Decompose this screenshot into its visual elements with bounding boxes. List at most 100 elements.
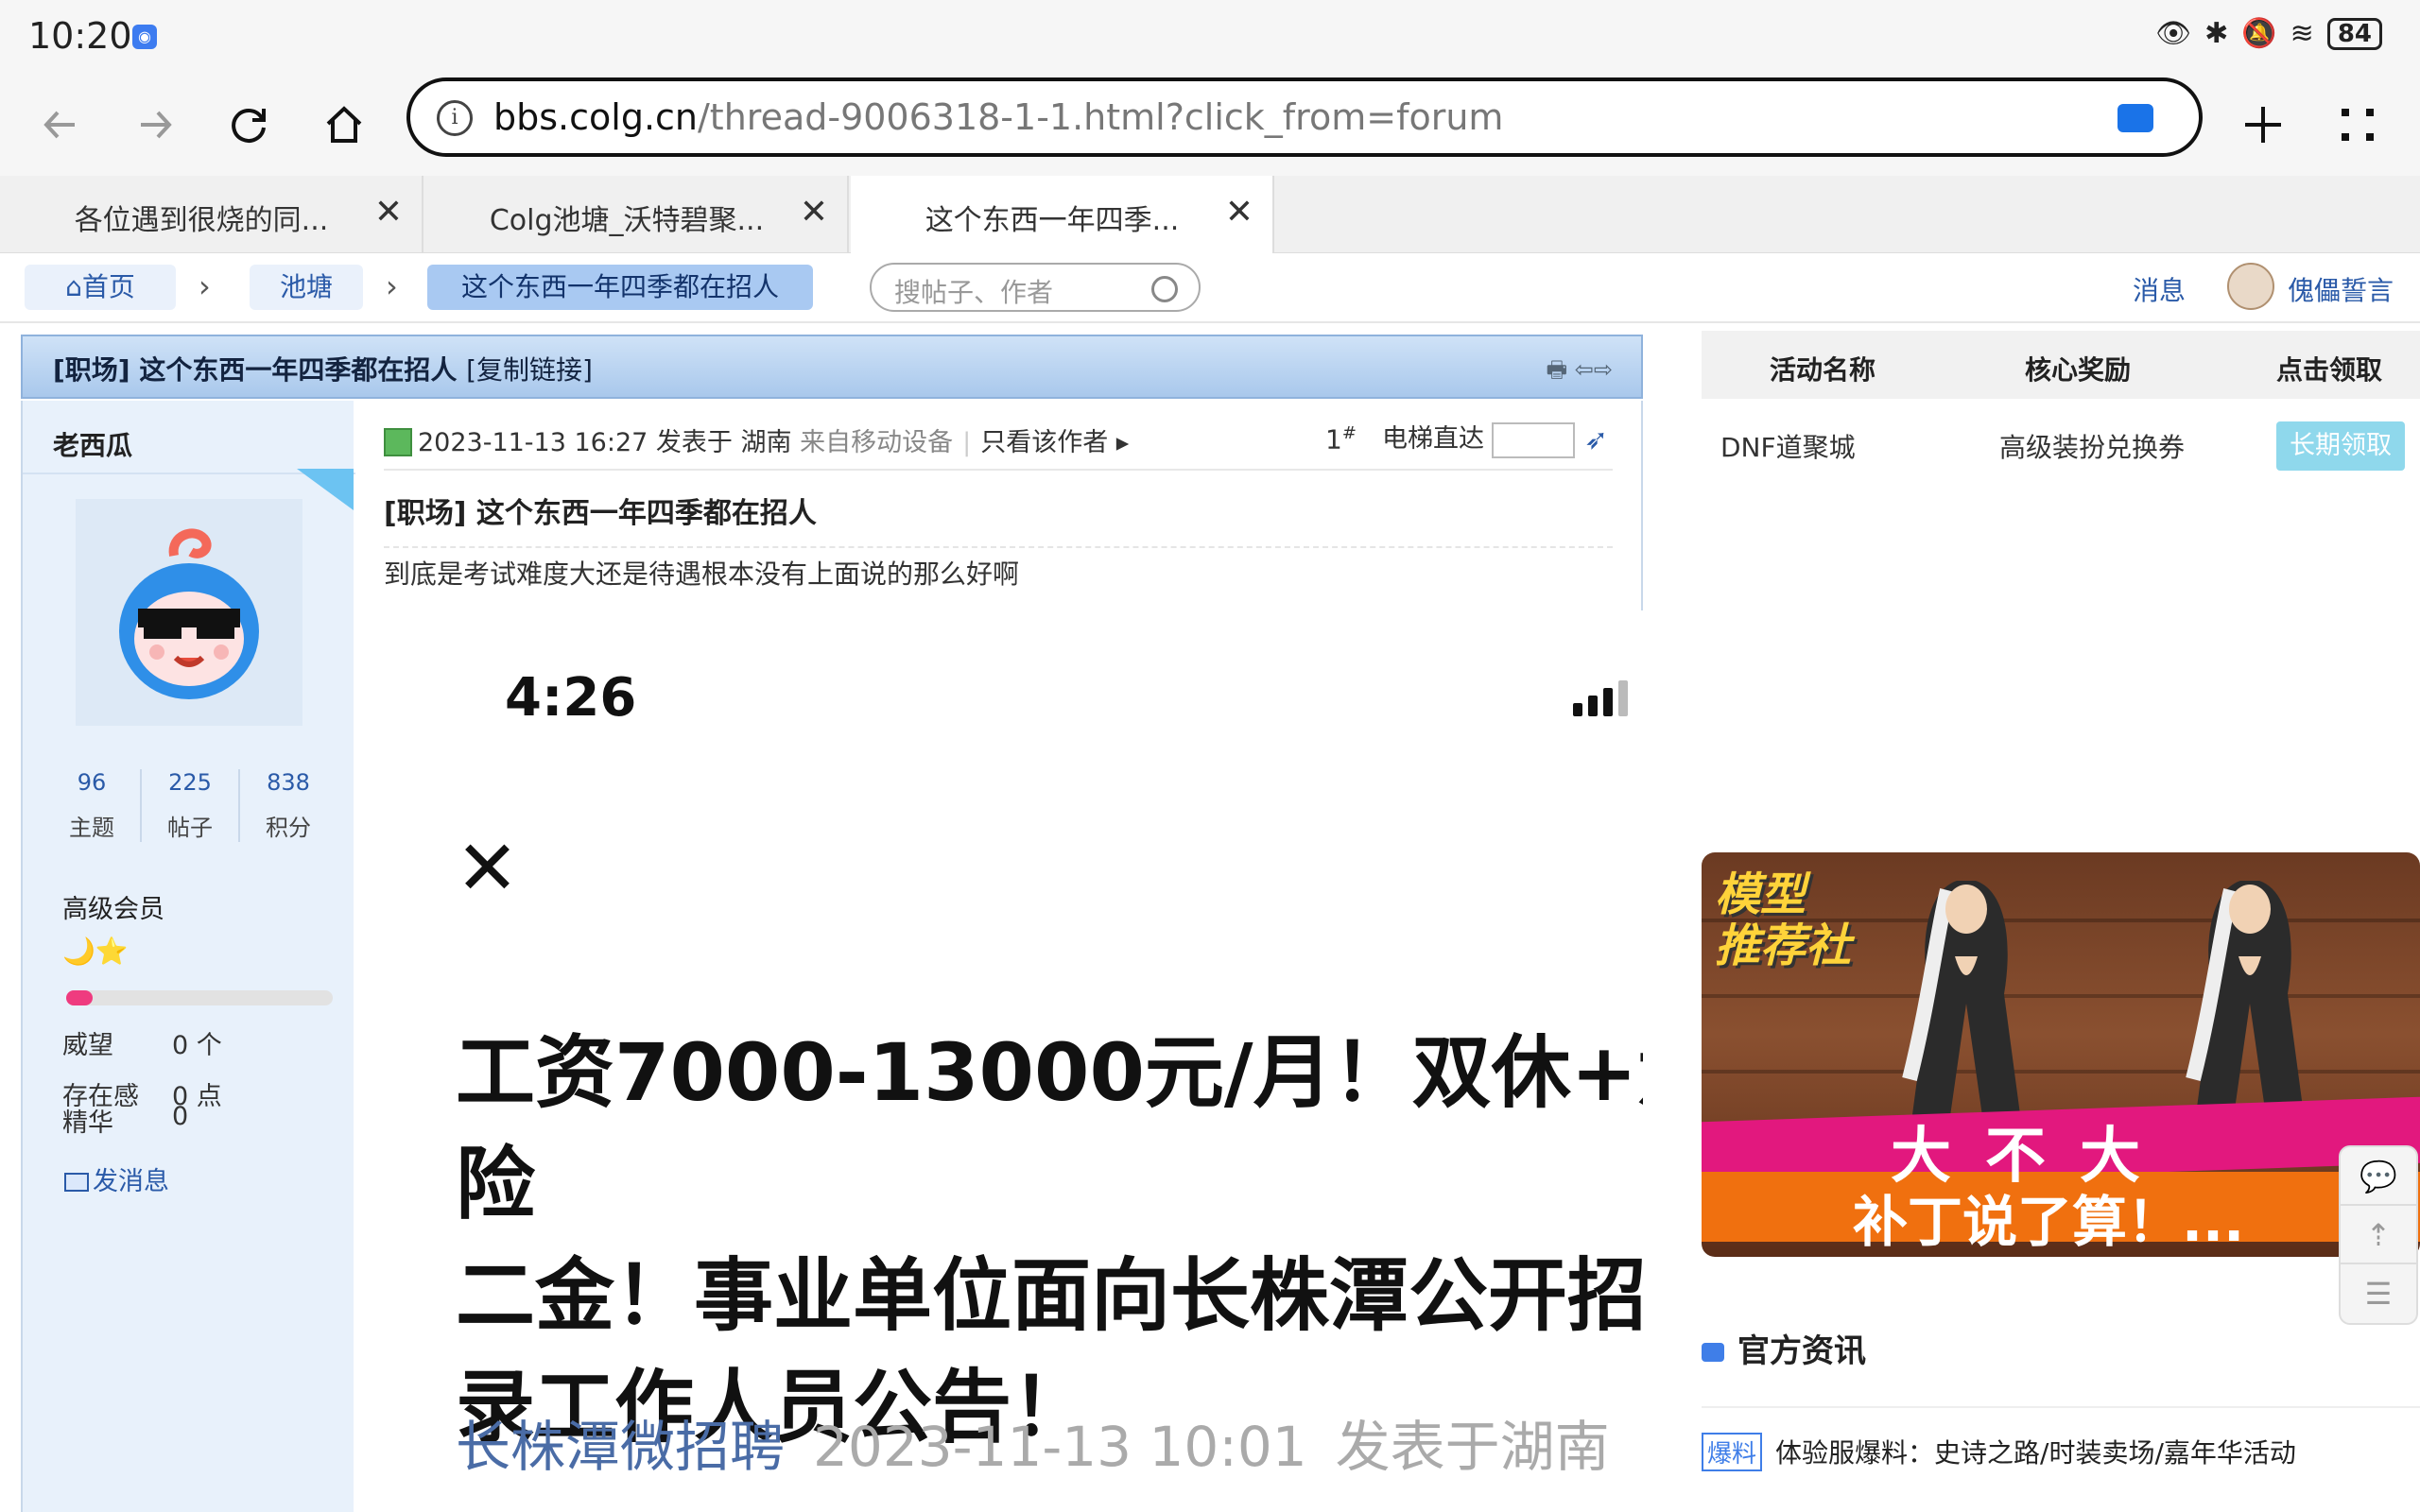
activity-name[interactable]: DNF道聚城	[1720, 427, 1856, 465]
reload-icon	[232, 108, 266, 143]
status-time: 10:20	[28, 15, 132, 57]
stat-points[interactable]: 838 积分	[240, 769, 337, 842]
search-placeholder: 搜帖子、作者	[894, 277, 1054, 308]
stat-value: 96	[77, 769, 107, 796]
image-headline: 工资7000-13000元/月！双休+六险 二金！事业单位面向长株潭公开招 录工…	[456, 1017, 1643, 1463]
claim-button[interactable]: 长期领取	[2276, 421, 2405, 471]
search-input[interactable]: 搜帖子、作者	[870, 263, 1201, 312]
close-icon[interactable]: ✕	[374, 193, 403, 232]
field-key: 精华	[62, 1108, 113, 1138]
back-arrow-icon	[43, 111, 75, 139]
browser-toolbar: i bbs.colg.cn/thread-9006318-1-1.html?cl…	[0, 77, 2420, 176]
grid-menu-icon	[2342, 109, 2374, 141]
ad-logo: 模型 推荐社	[1715, 869, 1851, 971]
back-button[interactable]	[23, 87, 98, 163]
reload-button[interactable]	[212, 87, 287, 163]
forward-button[interactable]	[117, 87, 193, 163]
close-icon[interactable]: ✕	[1225, 193, 1253, 232]
stat-posts[interactable]: 225 帖子	[142, 769, 240, 842]
home-button[interactable]	[306, 87, 382, 163]
thread-controls: 🖶 ⇦⇨	[1546, 353, 1613, 392]
thread-title-text: [职场] 这个东西一年四季都在招人	[53, 354, 458, 386]
app-notification-icon: ◉	[132, 25, 157, 49]
news-section-title: 官方资讯	[1702, 1325, 1866, 1371]
mascot-avatar-icon	[119, 528, 259, 699]
field-key: 威望	[62, 1031, 113, 1060]
rank-progress-bar	[66, 990, 333, 1005]
url-text[interactable]: bbs.colg.cn/thread-9006318-1-1.html?clic…	[493, 96, 1503, 138]
breadcrumb-current[interactable]: 这个东西一年四季都在招人	[427, 265, 813, 310]
next-thread-icon[interactable]: ⇨	[1594, 356, 1613, 383]
battery-icon: 84	[2326, 17, 2382, 50]
address-bar[interactable]: i bbs.colg.cn/thread-9006318-1-1.html?cl…	[406, 77, 2203, 157]
caret-right-icon: ▸	[1115, 428, 1130, 457]
divider	[384, 469, 1613, 471]
tab-label: 各位遇到很烧的同...	[74, 204, 329, 237]
user-avatar[interactable]	[2227, 263, 2274, 310]
search-icon[interactable]	[1151, 276, 1178, 302]
post-heading: [职场] 这个东西一年四季都在招人	[384, 497, 817, 530]
send-message-link[interactable]: 发消息	[64, 1160, 169, 1197]
news-item[interactable]: 爆料 体验服爆料：史诗之路/时装卖场/嘉年华活动	[1702, 1433, 2296, 1471]
plus-icon	[2245, 107, 2281, 143]
eye-icon: 👁	[2155, 17, 2192, 50]
floor-mark: #	[1341, 423, 1357, 443]
cast-icon[interactable]	[2118, 104, 2153, 132]
divider: |	[962, 428, 972, 457]
breadcrumb-section[interactable]: 池塘	[250, 265, 363, 310]
thread-header: [职场] 这个东西一年四季都在招人 [复制链接] 🖶 ⇦⇨	[21, 335, 1643, 399]
image-source-location: 发表于湖南	[1335, 1415, 1610, 1479]
bluetooth-icon: ✱	[2204, 17, 2229, 50]
browser-tab-1[interactable]: 各位遇到很烧的同... ✕	[0, 176, 424, 253]
envelope-icon	[64, 1173, 89, 1192]
stat-label: 积分	[266, 815, 311, 841]
elevator-input[interactable]	[1492, 421, 1575, 458]
member-rank[interactable]: 高级会员	[62, 888, 164, 925]
rank-progress-fill	[66, 990, 94, 1005]
field-value: 0 个	[172, 1031, 222, 1060]
column-header: 活动名称	[1770, 354, 1876, 386]
close-icon[interactable]: ✕	[800, 193, 828, 232]
vip-badge-icon	[297, 469, 354, 510]
ad-banner[interactable]: 模型 推荐社 大不大 补丁说了算！...	[1702, 852, 2420, 1257]
list-icon[interactable]: ☰	[2341, 1264, 2416, 1323]
stat-value: 225	[168, 769, 212, 796]
post-location: 发表于 湖南	[655, 428, 792, 457]
headline-line: 二金！事业单位面向长株潭公开招	[456, 1249, 1643, 1342]
post-image[interactable]: 4:26 ✕ 工资7000-13000元/月！双休+六险 二金！事业单位面向长株…	[355, 610, 1643, 1512]
only-author-link[interactable]: 只看该作者	[980, 428, 1108, 457]
url-path: /thread-9006318-1-1.html?click_from=foru…	[698, 96, 1504, 138]
messages-link[interactable]: 消息	[2133, 270, 2186, 308]
post-meta: 2023-11-13 16:27 发表于 湖南 来自移动设备 | 只看该作者 ▸	[384, 421, 1129, 458]
online-status-icon	[384, 428, 412, 456]
field-value: 0	[172, 1102, 189, 1131]
floor-number[interactable]: 1#	[1325, 423, 1357, 455]
menu-button[interactable]	[2320, 87, 2395, 163]
image-source-datetime: 2023-11-13 10:01	[813, 1415, 1307, 1479]
copy-link-button[interactable]: [复制链接]	[466, 354, 593, 386]
site-info-icon[interactable]: i	[437, 100, 473, 136]
home-icon	[326, 106, 362, 143]
activity-table-header: 活动名称 核心奖励 点击领取	[1702, 331, 2420, 399]
news-tag: 爆料	[1702, 1433, 1763, 1471]
image-source-line: 长株潭微招聘 2023-11-13 10:01 发表于湖南	[456, 1402, 1610, 1482]
floor-value: 1	[1325, 423, 1342, 455]
stat-topics[interactable]: 96 主题	[43, 769, 142, 842]
browser-tab-3-active[interactable]: 这个东西一年四季... ✕	[851, 176, 1274, 253]
home-icon: ⌂	[65, 271, 82, 302]
bell-off-icon: 🔕	[2241, 17, 2277, 50]
wifi-icon: ≋	[2290, 17, 2314, 50]
browser-tab-2[interactable]: Colg池塘_沃特碧聚... ✕	[425, 176, 849, 253]
post-body-text: 到底是考试难度大还是待遇根本没有上面说的那么好啊	[384, 558, 1020, 590]
prev-thread-icon[interactable]: ⇦	[1575, 356, 1594, 383]
comment-icon[interactable]: 💬	[2341, 1147, 2416, 1206]
author-name[interactable]: 老西瓜	[53, 425, 132, 463]
tab-label: Colg池塘_沃特碧聚...	[489, 204, 765, 237]
print-icon[interactable]: 🖶	[1546, 356, 1567, 383]
elevator-go-icon[interactable]: ➶	[1584, 423, 1613, 456]
back-to-top-icon[interactable]: ⇡	[2341, 1206, 2416, 1264]
author-avatar[interactable]	[76, 499, 302, 726]
new-tab-button[interactable]	[2225, 87, 2301, 163]
breadcrumb-home[interactable]: ⌂首页	[25, 265, 176, 310]
username-link[interactable]: 傀儡誓言	[2288, 270, 2394, 308]
